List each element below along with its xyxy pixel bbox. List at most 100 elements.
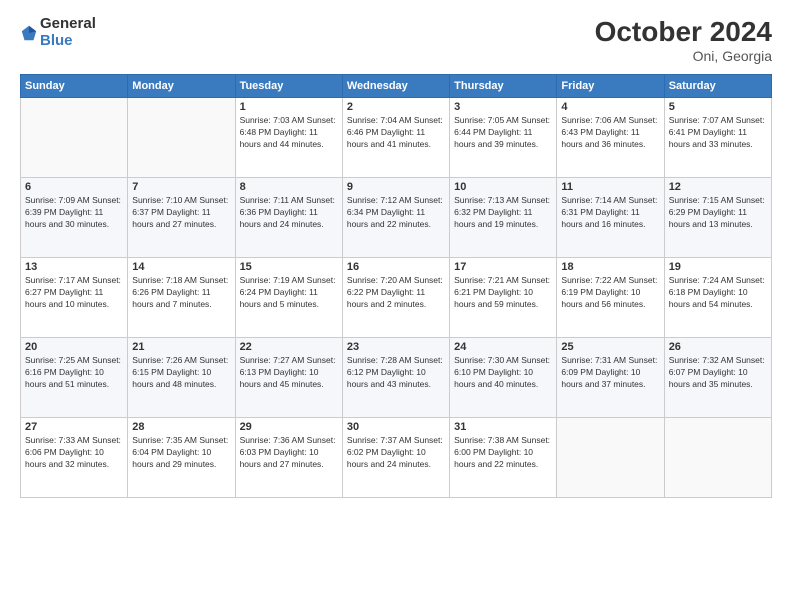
day-number: 9 (347, 181, 445, 193)
day-info: Sunrise: 7:19 AM Sunset: 6:24 PM Dayligh… (240, 275, 338, 311)
day-number: 4 (561, 101, 659, 113)
week-row-1: 1 Sunrise: 7:03 AM Sunset: 6:48 PM Daylig… (21, 98, 772, 178)
day-number: 19 (669, 261, 767, 273)
day-cell: 25 Sunrise: 7:31 AM Sunset: 6:09 PM Dayli… (557, 338, 664, 418)
day-info: Sunrise: 7:09 AM Sunset: 6:39 PM Dayligh… (25, 195, 123, 231)
day-number: 6 (25, 181, 123, 193)
day-number: 10 (454, 181, 552, 193)
logo-text: General Blue (40, 16, 96, 49)
day-number: 20 (25, 341, 123, 353)
day-number: 5 (669, 101, 767, 113)
week-row-5: 27 Sunrise: 7:33 AM Sunset: 6:06 PM Dayli… (21, 418, 772, 498)
day-info: Sunrise: 7:30 AM Sunset: 6:10 PM Dayligh… (454, 355, 552, 391)
day-cell: 18Sunrise: 7:22 AM Sunset: 6:19 PM Dayli… (557, 258, 664, 338)
day-cell: 12Sunrise: 7:15 AM Sunset: 6:29 PM Dayli… (664, 178, 771, 258)
day-cell: 28 Sunrise: 7:35 AM Sunset: 6:04 PM Dayli… (128, 418, 235, 498)
col-friday: Friday (557, 75, 664, 98)
day-cell: 9 Sunrise: 7:12 AM Sunset: 6:34 PM Daylig… (342, 178, 449, 258)
calendar-header: Sunday Monday Tuesday Wednesday Thursday… (21, 75, 772, 98)
calendar-table: Sunday Monday Tuesday Wednesday Thursday… (20, 74, 772, 498)
day-number: 13 (25, 261, 123, 273)
day-cell: 11Sunrise: 7:14 AM Sunset: 6:31 PM Dayli… (557, 178, 664, 258)
day-number: 24 (454, 341, 552, 353)
day-info: Sunrise: 7:31 AM Sunset: 6:09 PM Dayligh… (561, 355, 659, 391)
day-number: 21 (132, 341, 230, 353)
day-number: 1 (240, 101, 338, 113)
day-info: Sunrise: 7:28 AM Sunset: 6:12 PM Dayligh… (347, 355, 445, 391)
day-cell: 29Sunrise: 7:36 AM Sunset: 6:03 PM Dayli… (235, 418, 342, 498)
day-cell: 6 Sunrise: 7:09 AM Sunset: 6:39 PM Daylig… (21, 178, 128, 258)
logo: General Blue (20, 16, 96, 49)
day-info: Sunrise: 7:12 AM Sunset: 6:34 PM Dayligh… (347, 195, 445, 231)
day-cell: 15Sunrise: 7:19 AM Sunset: 6:24 PM Dayli… (235, 258, 342, 338)
day-info: Sunrise: 7:25 AM Sunset: 6:16 PM Dayligh… (25, 355, 123, 391)
day-number: 26 (669, 341, 767, 353)
week-row-3: 13 Sunrise: 7:17 AM Sunset: 6:27 PM Dayli… (21, 258, 772, 338)
day-cell: 17Sunrise: 7:21 AM Sunset: 6:21 PM Dayli… (450, 258, 557, 338)
day-info: Sunrise: 7:27 AM Sunset: 6:13 PM Dayligh… (240, 355, 338, 391)
day-number: 23 (347, 341, 445, 353)
day-cell: 26 Sunrise: 7:32 AM Sunset: 6:07 PM Dayli… (664, 338, 771, 418)
day-info: Sunrise: 7:18 AM Sunset: 6:26 PM Dayligh… (132, 275, 230, 311)
day-number: 14 (132, 261, 230, 273)
day-info: Sunrise: 7:10 AM Sunset: 6:37 PM Dayligh… (132, 195, 230, 231)
day-cell: 7Sunrise: 7:10 AM Sunset: 6:37 PM Daylig… (128, 178, 235, 258)
calendar-body: 1 Sunrise: 7:03 AM Sunset: 6:48 PM Daylig… (21, 98, 772, 498)
day-info: Sunrise: 7:33 AM Sunset: 6:06 PM Dayligh… (25, 435, 123, 471)
col-saturday: Saturday (664, 75, 771, 98)
page: General Blue October 2024 Oni, Georgia S… (0, 0, 792, 612)
day-cell: 16Sunrise: 7:20 AM Sunset: 6:22 PM Dayli… (342, 258, 449, 338)
day-number: 18 (561, 261, 659, 273)
day-info: Sunrise: 7:04 AM Sunset: 6:46 PM Dayligh… (347, 115, 445, 151)
col-tuesday: Tuesday (235, 75, 342, 98)
day-info: Sunrise: 7:20 AM Sunset: 6:22 PM Dayligh… (347, 275, 445, 311)
day-cell: 31 Sunrise: 7:38 AM Sunset: 6:00 PM Dayli… (450, 418, 557, 498)
day-number: 29 (240, 421, 338, 433)
col-sunday: Sunday (21, 75, 128, 98)
logo-icon (20, 24, 38, 42)
day-cell: 19Sunrise: 7:24 AM Sunset: 6:18 PM Dayli… (664, 258, 771, 338)
day-info: Sunrise: 7:38 AM Sunset: 6:00 PM Dayligh… (454, 435, 552, 471)
header: General Blue October 2024 Oni, Georgia (20, 16, 772, 64)
day-info: Sunrise: 7:17 AM Sunset: 6:27 PM Dayligh… (25, 275, 123, 311)
day-number: 2 (347, 101, 445, 113)
day-info: Sunrise: 7:32 AM Sunset: 6:07 PM Dayligh… (669, 355, 767, 391)
col-thursday: Thursday (450, 75, 557, 98)
day-cell: 23 Sunrise: 7:28 AM Sunset: 6:12 PM Dayli… (342, 338, 449, 418)
month-title: October 2024 (595, 16, 772, 48)
day-number: 28 (132, 421, 230, 433)
col-wednesday: Wednesday (342, 75, 449, 98)
day-cell (128, 98, 235, 178)
day-info: Sunrise: 7:07 AM Sunset: 6:41 PM Dayligh… (669, 115, 767, 151)
day-info: Sunrise: 7:26 AM Sunset: 6:15 PM Dayligh… (132, 355, 230, 391)
day-number: 27 (25, 421, 123, 433)
day-cell: 8 Sunrise: 7:11 AM Sunset: 6:36 PM Daylig… (235, 178, 342, 258)
day-number: 8 (240, 181, 338, 193)
day-cell: 5 Sunrise: 7:07 AM Sunset: 6:41 PM Daylig… (664, 98, 771, 178)
day-info: Sunrise: 7:21 AM Sunset: 6:21 PM Dayligh… (454, 275, 552, 311)
title-block: October 2024 Oni, Georgia (595, 16, 772, 64)
logo-blue: Blue (40, 33, 96, 50)
day-cell: 14 Sunrise: 7:18 AM Sunset: 6:26 PM Dayli… (128, 258, 235, 338)
day-cell (21, 98, 128, 178)
day-info: Sunrise: 7:13 AM Sunset: 6:32 PM Dayligh… (454, 195, 552, 231)
week-row-4: 20 Sunrise: 7:25 AM Sunset: 6:16 PM Dayli… (21, 338, 772, 418)
day-cell: 20 Sunrise: 7:25 AM Sunset: 6:16 PM Dayli… (21, 338, 128, 418)
day-number: 11 (561, 181, 659, 193)
col-monday: Monday (128, 75, 235, 98)
day-info: Sunrise: 7:05 AM Sunset: 6:44 PM Dayligh… (454, 115, 552, 151)
day-cell: 4 Sunrise: 7:06 AM Sunset: 6:43 PM Daylig… (557, 98, 664, 178)
day-cell: 2 Sunrise: 7:04 AM Sunset: 6:46 PM Daylig… (342, 98, 449, 178)
day-number: 12 (669, 181, 767, 193)
day-info: Sunrise: 7:03 AM Sunset: 6:48 PM Dayligh… (240, 115, 338, 151)
header-row: Sunday Monday Tuesday Wednesday Thursday… (21, 75, 772, 98)
day-info: Sunrise: 7:06 AM Sunset: 6:43 PM Dayligh… (561, 115, 659, 151)
week-row-2: 6 Sunrise: 7:09 AM Sunset: 6:39 PM Daylig… (21, 178, 772, 258)
day-info: Sunrise: 7:35 AM Sunset: 6:04 PM Dayligh… (132, 435, 230, 471)
day-cell (557, 418, 664, 498)
day-cell: 27 Sunrise: 7:33 AM Sunset: 6:06 PM Dayli… (21, 418, 128, 498)
day-cell: 1 Sunrise: 7:03 AM Sunset: 6:48 PM Daylig… (235, 98, 342, 178)
day-number: 25 (561, 341, 659, 353)
day-info: Sunrise: 7:11 AM Sunset: 6:36 PM Dayligh… (240, 195, 338, 231)
day-number: 31 (454, 421, 552, 433)
